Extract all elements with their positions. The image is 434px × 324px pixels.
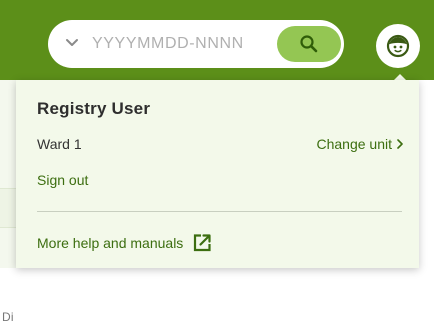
- user-avatar-button[interactable]: [376, 24, 420, 68]
- background-fragment-text: Di: [2, 310, 14, 324]
- user-name-heading: Registry User: [37, 99, 151, 118]
- search-input[interactable]: [92, 30, 278, 58]
- user-menu-dropdown: Registry User Ward 1 Change unit Sign ou…: [16, 80, 419, 268]
- menu-divider: [37, 211, 402, 212]
- sign-out-link[interactable]: Sign out: [37, 172, 88, 188]
- search-button[interactable]: [277, 26, 341, 62]
- help-manuals-link[interactable]: More help and manuals: [37, 232, 212, 254]
- chevron-right-icon: [396, 137, 404, 152]
- help-manuals-label: More help and manuals: [37, 235, 184, 251]
- current-unit-label: Ward 1: [37, 136, 82, 152]
- search-field: [48, 20, 344, 68]
- change-unit-label: Change unit: [316, 136, 392, 152]
- chevron-down-icon[interactable]: [62, 33, 82, 53]
- external-link-icon: [192, 233, 212, 253]
- change-unit-link[interactable]: Change unit: [316, 136, 404, 152]
